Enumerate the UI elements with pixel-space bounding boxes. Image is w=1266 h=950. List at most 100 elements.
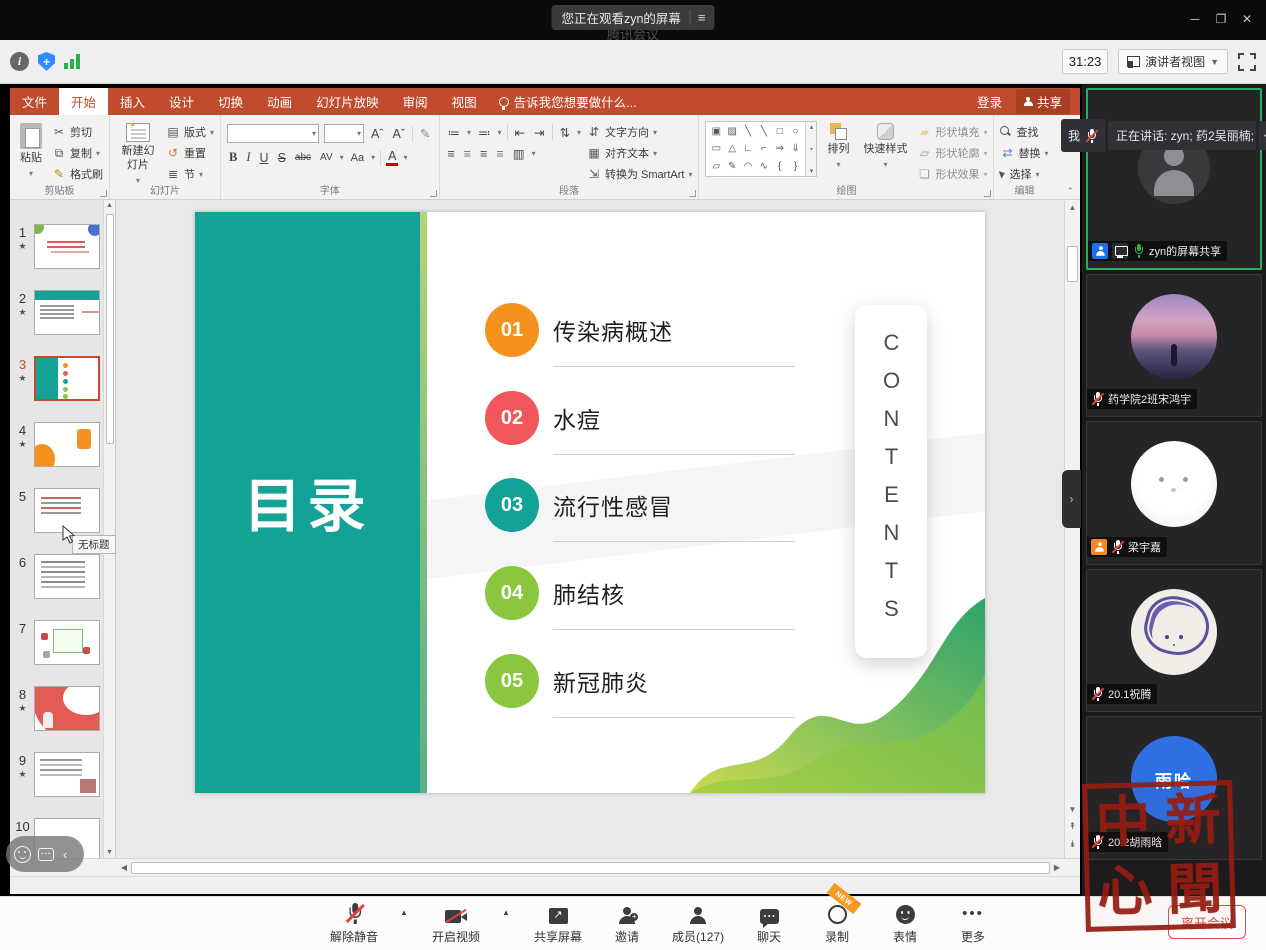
- sign-in-button[interactable]: 登录: [977, 92, 1002, 111]
- shrink-font-button[interactable]: Aˇ: [391, 127, 408, 141]
- participant-tile[interactable]: 药学院2班宋鸿宇: [1086, 274, 1262, 417]
- scroll-thumb[interactable]: [1067, 246, 1078, 282]
- fullscreen-icon[interactable]: [1238, 53, 1256, 71]
- invite-button[interactable]: + 邀请: [604, 900, 650, 945]
- scroll-down-icon[interactable]: ▼: [104, 849, 115, 856]
- tab-home[interactable]: 开始: [59, 88, 108, 115]
- font-color-button[interactable]: A: [386, 149, 398, 166]
- meeting-info-icon[interactable]: i: [10, 52, 29, 71]
- grow-font-button[interactable]: Aˆ: [369, 127, 386, 141]
- reactions-button[interactable]: 表情: [882, 900, 928, 945]
- record-button[interactable]: NEW 录制: [814, 900, 860, 945]
- slide-thumbnail-6[interactable]: 6: [14, 554, 103, 599]
- tab-file[interactable]: 文件: [10, 88, 59, 115]
- format-painter-button[interactable]: ✎格式刷: [52, 166, 103, 182]
- slide-thumbnail-3-selected[interactable]: 3★: [14, 356, 103, 401]
- slide-thumbnail-9[interactable]: 9★: [14, 752, 103, 797]
- dialog-launcher-icon[interactable]: [100, 190, 107, 197]
- panel-collapse-handle[interactable]: ›: [1062, 470, 1081, 528]
- floating-reaction-bar[interactable]: ‹: [6, 836, 84, 872]
- align-center-button[interactable]: ≡: [462, 147, 473, 161]
- slide-thumbnail-4[interactable]: 4★: [14, 422, 103, 467]
- cut-button[interactable]: ✂剪切: [52, 124, 103, 140]
- align-right-button[interactable]: ≡: [478, 147, 489, 161]
- paste-button[interactable]: 粘贴 ▾: [16, 121, 46, 180]
- dialog-launcher-icon[interactable]: [689, 190, 696, 197]
- columns-button[interactable]: ▥: [511, 146, 527, 161]
- shadow-button[interactable]: abc: [293, 152, 313, 163]
- restore-button[interactable]: ❐: [1208, 7, 1234, 31]
- current-slide[interactable]: 目录 01 传染病概述 02 水痘 03: [195, 212, 985, 793]
- shape-fill-button[interactable]: ▰形状填充▾: [917, 124, 987, 140]
- layout-button[interactable]: ▤版式▾: [166, 124, 214, 140]
- participant-tile[interactable]: 20.1祝腾: [1086, 569, 1262, 712]
- font-name-select[interactable]: ▾: [227, 124, 319, 143]
- scroll-thumb[interactable]: [131, 862, 1050, 874]
- view-mode-button[interactable]: 演讲者视图 ▼: [1118, 49, 1228, 74]
- justify-button[interactable]: ≡: [494, 147, 505, 161]
- tab-transitions[interactable]: 切换: [206, 88, 255, 115]
- audio-options-caret[interactable]: ▲: [400, 908, 410, 917]
- smartart-button[interactable]: ⇲转换为 SmartArt▾: [587, 166, 692, 182]
- replace-button[interactable]: ⇄替换▾: [1000, 145, 1048, 161]
- scroll-left-icon[interactable]: ◀: [117, 863, 131, 872]
- scroll-up-icon[interactable]: ▲: [1065, 203, 1080, 212]
- chat-bubble-icon[interactable]: [38, 848, 54, 861]
- minimize-button[interactable]: ─: [1182, 7, 1208, 31]
- italic-button[interactable]: I: [244, 150, 252, 165]
- participant-tile[interactable]: 梁宇嘉: [1086, 421, 1262, 565]
- quick-styles-button[interactable]: 快速样式 ▾: [859, 121, 911, 171]
- dialog-launcher-icon[interactable]: [984, 190, 991, 197]
- slide-horizontal-scrollbar[interactable]: ◀ ▶: [10, 858, 1080, 876]
- new-slide-button[interactable]: 新建幻灯片 ▾: [116, 121, 160, 187]
- slide-thumbnail-1[interactable]: 1★: [14, 224, 103, 269]
- slide-thumbnail-7[interactable]: 7: [14, 620, 103, 665]
- collapse-left-chevron-icon[interactable]: ‹: [63, 847, 67, 862]
- scroll-thumb[interactable]: [106, 214, 114, 444]
- close-button[interactable]: ✕: [1234, 7, 1260, 31]
- shape-effects-button[interactable]: ❏形状效果▾: [917, 166, 987, 182]
- tab-review[interactable]: 审阅: [391, 88, 440, 115]
- tab-animations[interactable]: 动画: [255, 88, 304, 115]
- char-spacing-button[interactable]: AV: [318, 152, 335, 163]
- scroll-up-icon[interactable]: ▲: [104, 202, 115, 209]
- members-button[interactable]: 成员(127): [672, 900, 724, 945]
- tab-slideshow[interactable]: 幻灯片放映: [304, 88, 391, 115]
- collapse-ribbon-icon[interactable]: ⌃: [1066, 186, 1074, 197]
- font-size-select[interactable]: ▾: [324, 124, 364, 143]
- scroll-right-icon[interactable]: ▶: [1050, 863, 1064, 872]
- video-options-caret[interactable]: ▲: [502, 908, 512, 917]
- slide-thumbnail-5[interactable]: 5: [14, 488, 103, 533]
- numbering-button[interactable]: ≕: [476, 125, 493, 140]
- text-direction-button[interactable]: ⇵文字方向▾: [587, 124, 692, 140]
- bullets-button[interactable]: ≔: [446, 125, 463, 140]
- previous-slide-button[interactable]: ↟: [1065, 821, 1080, 832]
- copy-button[interactable]: ⧉复制▾: [52, 145, 103, 161]
- section-button[interactable]: ≣节▾: [166, 166, 214, 182]
- underline-button[interactable]: U: [258, 151, 271, 165]
- tab-design[interactable]: 设计: [157, 88, 206, 115]
- bold-button[interactable]: B: [227, 150, 239, 165]
- more-button[interactable]: ••• 更多: [950, 900, 996, 945]
- next-slide-button[interactable]: ↡: [1065, 839, 1080, 850]
- start-video-button[interactable]: 开启视频: [432, 900, 480, 945]
- scroll-down-icon[interactable]: ▼: [1065, 805, 1080, 814]
- change-case-button[interactable]: Aa: [349, 152, 366, 164]
- share-screen-button[interactable]: 共享屏幕: [534, 900, 582, 945]
- smiley-icon[interactable]: [14, 846, 31, 863]
- participant-tile-screenshare[interactable]: zyn的屏幕共享: [1086, 88, 1262, 270]
- shapes-gallery[interactable]: ▣▨╲╲□○ ▭△∟⌐⇒⇓ ▱✎◠∿{} ▴▪▾: [705, 121, 817, 177]
- select-button[interactable]: 选择▾: [1000, 166, 1048, 182]
- tab-view[interactable]: 视图: [440, 88, 489, 115]
- arrange-button[interactable]: 排列 ▾: [823, 121, 853, 171]
- tell-me-box[interactable]: 告诉我您想要做什么...: [489, 88, 647, 115]
- line-spacing-button[interactable]: ⇅: [558, 125, 572, 140]
- chat-button[interactable]: 聊天: [746, 900, 792, 945]
- security-shield-icon[interactable]: +: [38, 52, 55, 71]
- slide-vertical-scrollbar[interactable]: ▲ ▼ ↟ ↡: [1064, 200, 1080, 858]
- slide-thumbnail-2[interactable]: 2★: [14, 290, 103, 335]
- align-left-button[interactable]: ≡: [446, 147, 457, 161]
- dialog-launcher-icon[interactable]: [430, 190, 437, 197]
- slide-thumbnail-8[interactable]: 8★: [14, 686, 103, 731]
- tab-insert[interactable]: 插入: [108, 88, 157, 115]
